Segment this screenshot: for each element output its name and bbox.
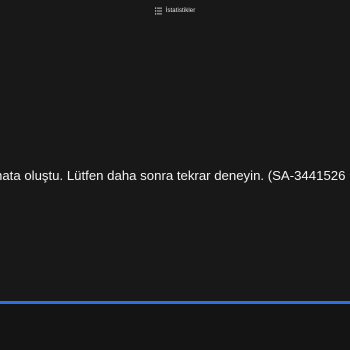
player-window: İstatistikler hata oluştu. Lütfen daha s… — [0, 0, 350, 350]
error-message-text: hata oluştu. Lütfen daha sonra tekrar de… — [0, 168, 346, 183]
bottom-panel — [0, 304, 350, 350]
stats-header[interactable]: İstatistikler — [0, 0, 350, 22]
stats-list-icon — [154, 7, 162, 15]
error-message: hata oluştu. Lütfen daha sonra tekrar de… — [0, 166, 350, 186]
stats-title: İstatistikler — [165, 8, 196, 14]
